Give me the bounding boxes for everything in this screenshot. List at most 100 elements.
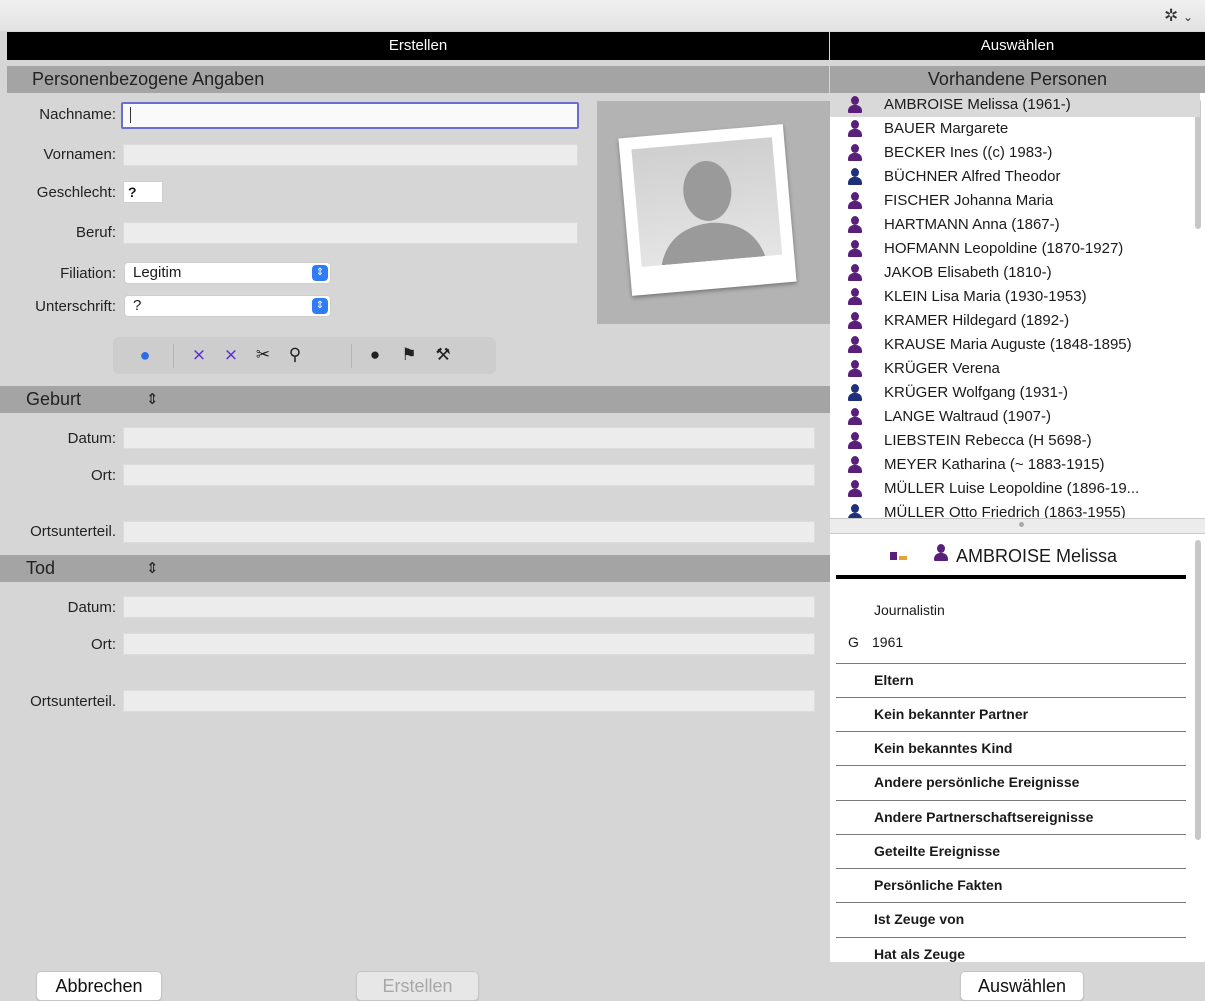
filiation-select[interactable]: Legitim ⇕ (124, 262, 331, 284)
detail-section-link[interactable]: Andere Partnerschaftsereignisse (874, 809, 1093, 825)
section-divider (836, 731, 1186, 732)
female-person-icon (848, 192, 862, 210)
detail-section-link[interactable]: Eltern (874, 672, 914, 688)
unlink-icon[interactable]: ⚲ (281, 343, 309, 367)
silhouette-icon (661, 160, 766, 266)
detail-scrollbar[interactable] (1195, 540, 1201, 840)
list-item[interactable]: HARTMANN Anna (1867-) (830, 213, 1200, 237)
remove-parents-icon[interactable]: ⨯ (185, 343, 213, 367)
death-date-field[interactable] (123, 596, 815, 618)
death-subplace-field[interactable] (123, 690, 815, 712)
action-toolbar: ● ⨯ ⨯ ✂ ⚲ ● ⚑ ⚒ (113, 337, 496, 374)
birth-place-label: Ort: (91, 467, 116, 484)
remove-partner-icon[interactable]: ⨯ (217, 343, 245, 367)
surname-label: Nachname: (39, 106, 116, 123)
birth-subplace-field[interactable] (123, 521, 815, 543)
list-item[interactable]: AMBROISE Melissa (1961-) (830, 93, 1200, 117)
birth-section-header[interactable]: Geburt ⇕ (0, 386, 830, 413)
persons-list[interactable]: AMBROISE Melissa (1961-) BAUER Margarete B… (830, 93, 1205, 518)
female-person-icon (848, 456, 862, 474)
detail-section-link[interactable]: Persönliche Fakten (874, 877, 1002, 893)
female-person-icon (934, 544, 948, 562)
birth-date-field[interactable] (123, 427, 815, 449)
list-item[interactable]: FISCHER Johanna Maria (830, 189, 1200, 213)
create-panel-header: Erstellen (7, 32, 829, 60)
list-item[interactable]: BAUER Margarete (830, 117, 1200, 141)
photo-well[interactable] (597, 101, 830, 324)
detail-section-link[interactable]: Geteilte Ereignisse (874, 843, 1000, 859)
occupation-field[interactable] (123, 222, 578, 244)
section-divider (836, 697, 1186, 698)
male-person-icon (848, 384, 862, 402)
person-name: MÜLLER Luise Leopoldine (1896-19... (884, 480, 1140, 497)
list-item[interactable]: KRÜGER Verena (830, 357, 1200, 381)
birth-place-field[interactable] (123, 464, 815, 486)
list-item[interactable]: BÜCHNER Alfred Theodor (830, 165, 1200, 189)
section-divider (836, 800, 1186, 801)
chevron-down-icon[interactable]: ⌄ (1183, 10, 1193, 24)
split-view-divider[interactable] (830, 518, 1205, 534)
detail-section-link[interactable]: Ist Zeuge von (874, 911, 964, 927)
list-item[interactable]: KRAMER Hildegard (1892-) (830, 309, 1200, 333)
list-item[interactable]: HOFMANN Leopoldine (1870-1927) (830, 237, 1200, 261)
death-date-label: Datum: (67, 599, 116, 616)
death-place-field[interactable] (123, 633, 815, 655)
death-section-header[interactable]: Tod ⇕ (0, 555, 830, 582)
female-person-icon (848, 288, 862, 306)
female-person-icon (848, 480, 862, 498)
flag-icon[interactable]: ⚑ (395, 343, 423, 367)
cancel-button[interactable]: Abbrechen (36, 971, 162, 1001)
list-item[interactable]: BECKER Ines ((c) 1983-) (830, 141, 1200, 165)
person-icon[interactable]: ● (361, 343, 389, 367)
photo-placeholder (618, 124, 797, 296)
person-name: HARTMANN Anna (1867-) (884, 216, 1060, 233)
window-toolbar: ✲ ⌄ (0, 0, 1205, 31)
list-item[interactable]: KLEIN Lisa Maria (1930-1953) (830, 285, 1200, 309)
section-divider (836, 937, 1186, 938)
female-person-icon (848, 336, 862, 354)
list-item[interactable]: MEYER Katharina (~ 1883-1915) (830, 453, 1200, 477)
detail-section-link[interactable]: Kein bekannter Partner (874, 706, 1028, 722)
firstnames-label: Vornamen: (43, 146, 116, 163)
detail-birth-marker: G (848, 634, 859, 650)
divider-handle[interactable] (1019, 522, 1024, 527)
gear-icon[interactable]: ✲ ⌄ (1164, 6, 1193, 26)
detail-section-link[interactable]: Kein bekanntes Kind (874, 740, 1012, 756)
detail-section-link[interactable]: Andere persönliche Ereignisse (874, 774, 1079, 790)
list-item[interactable]: MÜLLER Otto Friedrich (1863-1955) (830, 501, 1200, 518)
person-name: BAUER Margarete (884, 120, 1009, 137)
list-item[interactable]: LANGE Waltraud (1907-) (830, 405, 1200, 429)
list-item[interactable]: MÜLLER Luise Leopoldine (1896-19... (830, 477, 1200, 501)
detail-section-link[interactable]: Hat als Zeuge (874, 946, 965, 962)
cut-link-icon[interactable]: ✂ (249, 343, 277, 367)
surname-field[interactable] (121, 102, 579, 129)
create-button[interactable]: Erstellen (356, 971, 479, 1001)
select-button[interactable]: Auswählen (960, 971, 1084, 1001)
gender-field[interactable]: ? (123, 181, 163, 203)
person-name: HOFMANN Leopoldine (1870-1927) (884, 240, 1124, 257)
select-stepper-icon: ⇕ (312, 298, 328, 314)
female-person-icon (848, 240, 862, 258)
female-person-icon (848, 264, 862, 282)
list-item[interactable]: KRAUSE Maria Auguste (1848-1895) (830, 333, 1200, 357)
section-divider (836, 868, 1186, 869)
list-item[interactable]: JAKOB Elisabeth (1810-) (830, 261, 1200, 285)
list-item[interactable]: KRÜGER Wolfgang (1931-) (830, 381, 1200, 405)
updown-chevron-icon[interactable]: ⇕ (146, 555, 159, 582)
birth-date-label: Datum: (67, 430, 116, 447)
confirm-check-icon[interactable]: ● (131, 343, 159, 367)
firstnames-field[interactable] (123, 144, 578, 166)
person-detail-pane: AMBROISE Melissa Journalistin G 1961 Elt… (830, 534, 1205, 962)
signature-select[interactable]: ? ⇕ (124, 295, 331, 317)
female-person-icon (848, 144, 862, 162)
updown-chevron-icon[interactable]: ⇕ (146, 386, 159, 413)
female-person-icon (848, 312, 862, 330)
list-item[interactable]: LIEBSTEIN Rebecca (H 5698-) (830, 429, 1200, 453)
female-person-icon (848, 408, 862, 426)
person-name: AMBROISE Melissa (1961-) (884, 96, 1071, 113)
section-divider (836, 834, 1186, 835)
signature-value: ? (133, 297, 142, 314)
detail-person-name: AMBROISE Melissa (956, 546, 1118, 566)
section-divider (836, 765, 1186, 766)
gavel-icon[interactable]: ⚒ (429, 343, 457, 367)
